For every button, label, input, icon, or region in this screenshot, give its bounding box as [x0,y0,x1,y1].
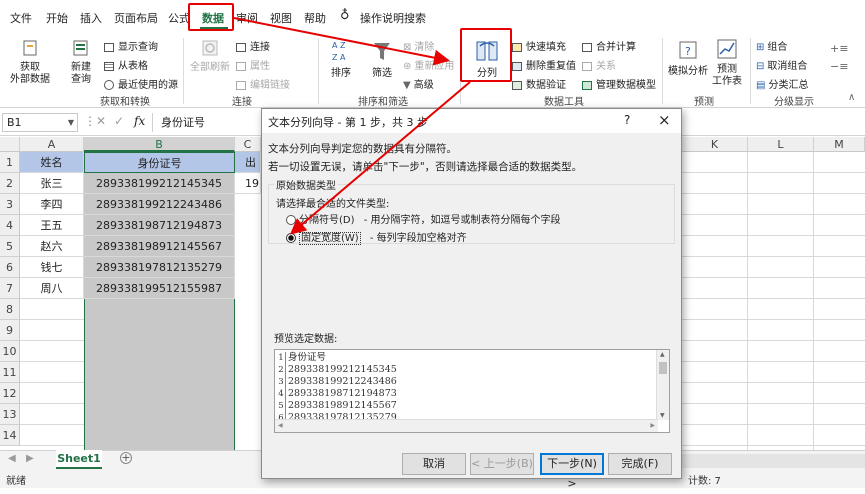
arrow-to-text-to-columns [233,17,450,66]
arrow-to-fixed-width [289,81,471,235]
annotation-arrows [233,17,471,235]
